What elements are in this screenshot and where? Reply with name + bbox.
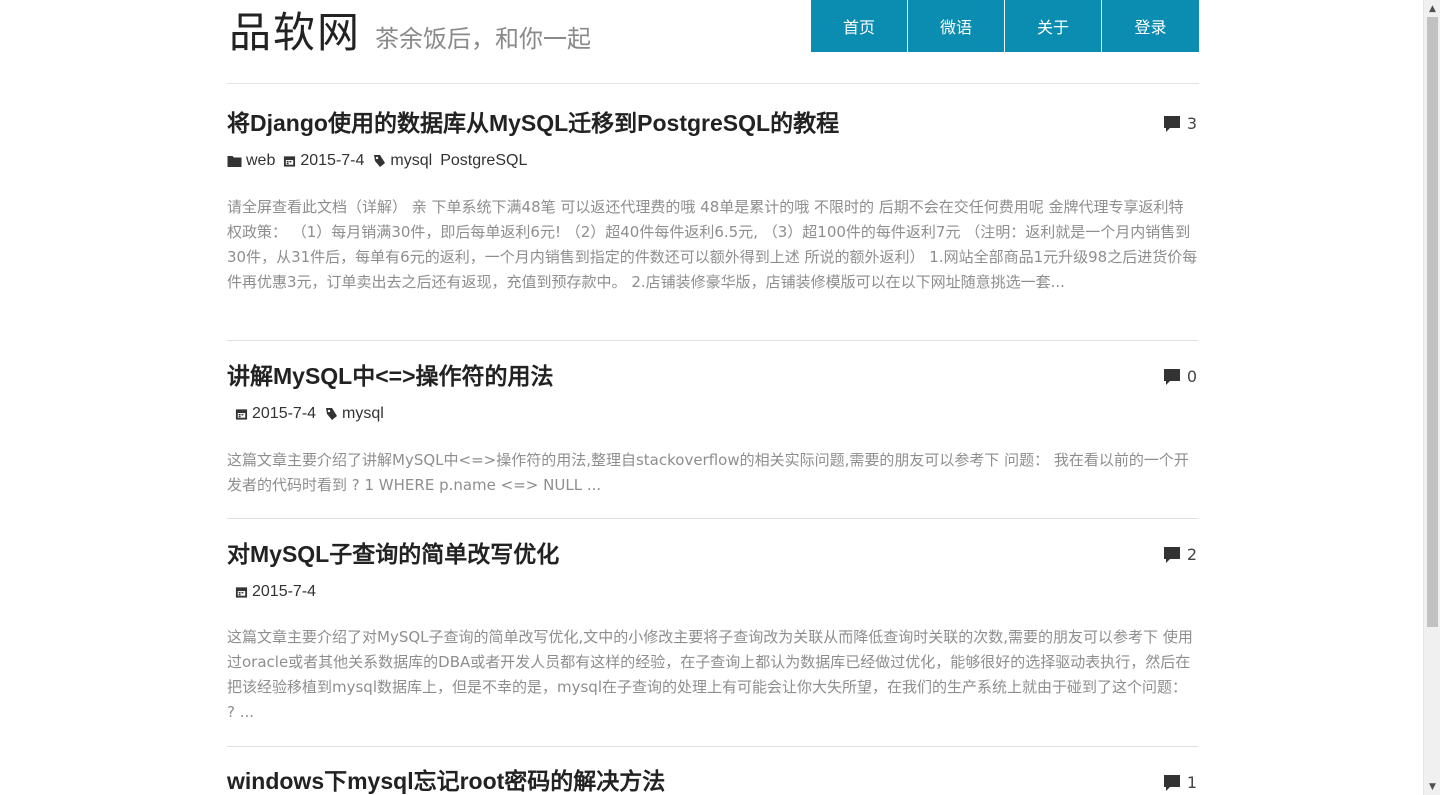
nav-item-login[interactable]: 登录 [1102,0,1199,52]
post-item: windows下mysql忘记root密码的解决方法 1 [227,747,1198,795]
post-title[interactable]: 将Django使用的数据库从MySQL迁移到PostgreSQL的教程 [227,108,839,138]
post-title[interactable]: 讲解MySQL中<=>操作符的用法 [227,361,554,391]
speech-bubble-icon [1163,115,1180,132]
post-meta: 2015-7-4 mysql [235,405,392,423]
nav-item-microblog[interactable]: 微语 [908,0,1005,52]
comment-count-value: 0 [1186,367,1197,386]
post-title[interactable]: windows下mysql忘记root密码的解决方法 [227,766,665,795]
post-meta: web 2015-7-4 mysql PostgreSQL [227,152,535,170]
comment-count[interactable]: 2 [1163,545,1197,564]
vertical-scrollbar[interactable]: ▲ ▼ [1423,0,1440,795]
calendar-icon [235,409,248,420]
speech-bubble-icon [1163,774,1180,791]
main-nav: 首页 微语 关于 登录 [811,0,1199,52]
page: 品软网 茶余饭后，和你一起 首页 微语 关于 登录 将Django使用的数据库从… [0,0,1440,795]
nav-item-about[interactable]: 关于 [1005,0,1102,52]
post-item: 对MySQL子查询的简单改写优化 2 2015-7-4 这篇文章主要介绍了对My… [227,519,1198,747]
nav-item-home[interactable]: 首页 [811,0,908,52]
calendar-icon [284,156,296,167]
site-header: 品软网 茶余饭后，和你一起 首页 微语 关于 登录 [227,0,1199,84]
post-tag[interactable]: mysql [342,405,384,423]
post-item: 将Django使用的数据库从MySQL迁移到PostgreSQL的教程 3 we… [227,85,1198,341]
post-excerpt: 这篇文章主要介绍了对MySQL子查询的简单改写优化,文中的小修改主要将子查询改为… [227,628,1193,721]
comment-count[interactable]: 1 [1163,773,1197,792]
site-slogan: 茶余饭后，和你一起 [375,25,591,53]
post-category[interactable]: web [246,152,275,170]
post-tag[interactable]: mysql [390,152,432,170]
tag-icon [374,155,386,167]
tag-icon [326,408,338,420]
post-excerpt: 这篇文章主要介绍了讲解MySQL中<=>操作符的用法,整理自stackoverf… [227,451,1189,494]
post-tag[interactable]: PostgreSQL [440,152,527,170]
post-title[interactable]: 对MySQL子查询的简单改写优化 [227,539,559,569]
post-date: 2015-7-4 [252,405,317,422]
comment-count-value: 3 [1186,114,1197,133]
scroll-up-arrow-icon[interactable]: ▲ [1424,0,1440,17]
folder-icon [227,156,242,167]
speech-bubble-icon [1163,368,1180,385]
comment-count-value: 1 [1186,773,1197,792]
scrollbar-thumb[interactable] [1427,17,1438,627]
comment-count-value: 2 [1186,545,1197,564]
site-title[interactable]: 品软网 [229,9,361,57]
comment-count[interactable]: 3 [1163,114,1197,133]
scroll-down-arrow-icon[interactable]: ▼ [1424,778,1440,795]
calendar-icon [235,587,248,598]
post-excerpt: 请全屏查看此文档（详解） 亲 下单系统下满48笔 可以返还代理费的哦 48单是累… [227,198,1198,291]
post-date: 2015-7-4 [252,583,317,600]
post-meta: 2015-7-4 [235,583,324,601]
speech-bubble-icon [1163,546,1180,563]
comment-count[interactable]: 0 [1163,367,1197,386]
post-item: 讲解MySQL中<=>操作符的用法 0 2015-7-4 mysql 这篇文章主… [227,341,1198,519]
post-date: 2015-7-4 [300,152,365,169]
